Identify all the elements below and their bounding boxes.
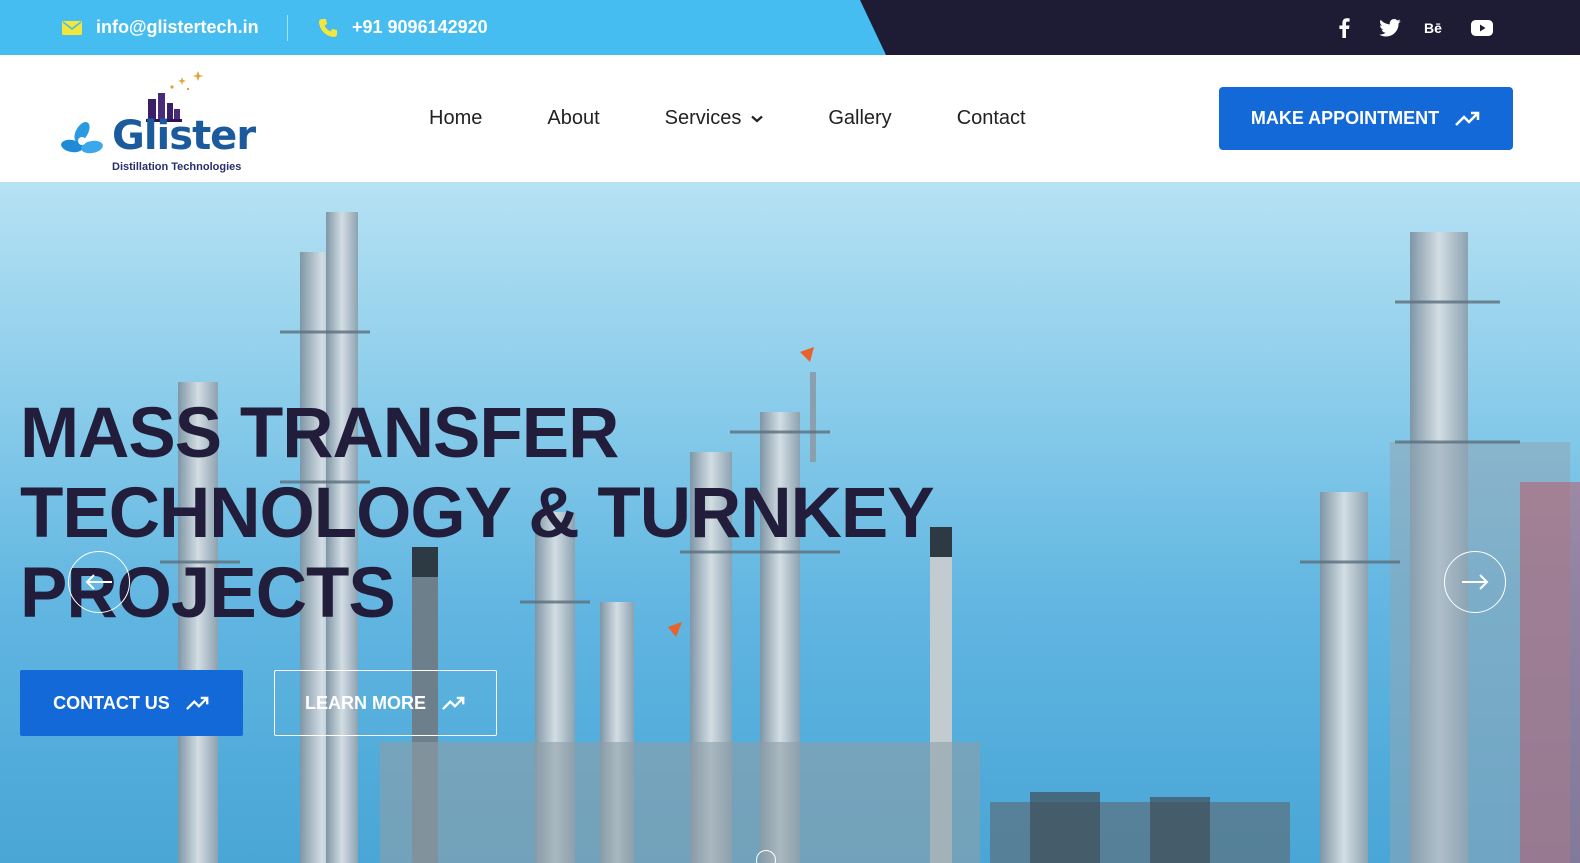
phone-icon xyxy=(319,18,337,37)
contact-us-button[interactable]: CONTACT US xyxy=(20,670,243,736)
trending-up-icon xyxy=(185,696,209,710)
phone-text: +91 9096142920 xyxy=(352,17,488,37)
hero-title: MASS TRANSFER TECHNOLOGY & TURNKEY PROJE… xyxy=(20,394,935,634)
make-appointment-button[interactable]: MAKE APPOINTMENT xyxy=(1219,87,1513,150)
svg-text:Bē: Bē xyxy=(1424,20,1442,36)
youtube-icon[interactable] xyxy=(1470,16,1494,40)
nav-contact-label: Contact xyxy=(956,107,1026,129)
slider-next-button[interactable] xyxy=(1444,551,1506,613)
email-link[interactable]: info@glistertech.in xyxy=(62,0,259,55)
trending-up-icon xyxy=(442,696,465,710)
phone-link[interactable]: +91 9096142920 xyxy=(318,0,488,55)
site-header: Glister Distillation Technologies Home A… xyxy=(0,55,1580,182)
nav-about-label: About xyxy=(547,107,600,129)
hero-title-line-2: TECHNOLOGY & TURNKEY xyxy=(20,474,935,553)
top-bar: info@glistertech.in +91 9096142920 Bē xyxy=(0,0,1580,55)
contact-us-label: CONTACT US xyxy=(53,692,170,713)
main-nav: Home About Services Gallery Contact xyxy=(429,55,1026,182)
slider-dot[interactable] xyxy=(756,850,776,863)
email-text: info@glistertech.in xyxy=(96,17,259,37)
nav-gallery-label: Gallery xyxy=(828,107,892,129)
logo-word: Glister xyxy=(112,113,256,159)
nav-contact[interactable]: Contact xyxy=(957,107,1026,130)
glister-logo[interactable]: Glister Distillation Technologies xyxy=(60,69,260,173)
behance-icon[interactable]: Bē xyxy=(1424,16,1448,40)
hero-title-line-1: MASS TRANSFER xyxy=(20,394,619,473)
nav-home[interactable]: Home xyxy=(429,107,482,130)
hero-slider: MASS TRANSFER TECHNOLOGY & TURNKEY PROJE… xyxy=(0,182,1580,863)
top-bar-divider xyxy=(287,15,288,41)
twitter-icon[interactable] xyxy=(1378,16,1402,40)
hero-title-line-3: PROJECTS xyxy=(20,554,396,633)
envelope-icon xyxy=(62,20,82,35)
logo-subtitle: Distillation Technologies xyxy=(112,161,242,173)
arrow-left-icon xyxy=(85,574,112,590)
slider-prev-button[interactable] xyxy=(68,551,130,613)
nav-gallery[interactable]: Gallery xyxy=(828,107,891,130)
make-appointment-label: MAKE APPOINTMENT xyxy=(1250,108,1440,128)
chevron-down-icon xyxy=(751,115,764,122)
nav-home-label: Home xyxy=(429,107,483,129)
facebook-icon[interactable] xyxy=(1332,16,1356,40)
nav-services-label: Services xyxy=(664,107,742,129)
trending-up-icon xyxy=(1455,111,1480,126)
nav-services[interactable]: Services xyxy=(665,107,764,130)
learn-more-button[interactable]: LEARN MORE xyxy=(274,670,497,736)
learn-more-label: LEARN MORE xyxy=(305,692,426,713)
nav-about[interactable]: About xyxy=(547,107,599,130)
arrow-right-icon xyxy=(1462,574,1489,590)
social-links: Bē xyxy=(1332,0,1494,55)
